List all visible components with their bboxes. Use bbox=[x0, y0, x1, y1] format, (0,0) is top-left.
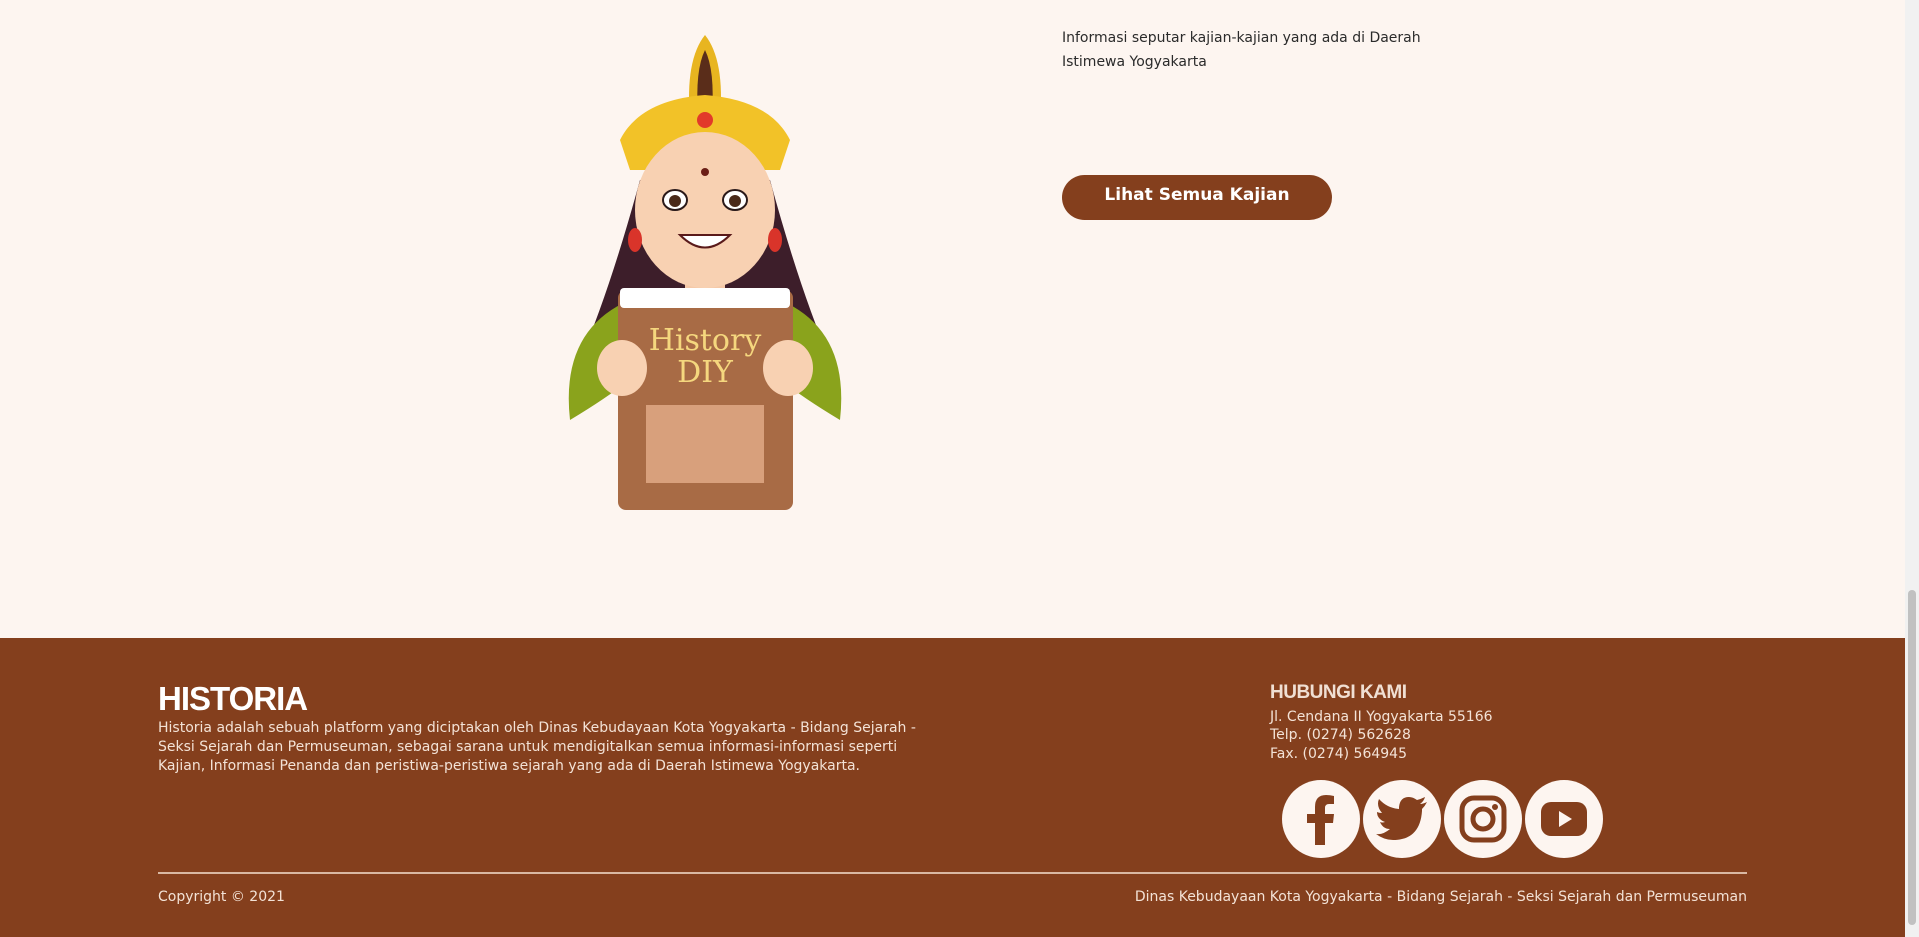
contact-fax: Fax. (0274) 564945 bbox=[1270, 746, 1407, 762]
kajian-section: History DIY Informasi seputar kajian-kaj… bbox=[0, 0, 1905, 638]
social-links bbox=[1282, 780, 1603, 858]
twitter-icon[interactable] bbox=[1363, 780, 1441, 858]
footer-divider bbox=[158, 872, 1747, 874]
footer-credit: Dinas Kebudayaan Kota Yogyakarta - Bidan… bbox=[1134, 889, 1747, 905]
contact-title: HUBUNGI KAMI bbox=[1270, 682, 1407, 703]
facebook-icon[interactable] bbox=[1282, 780, 1360, 858]
history-diy-mascot-illustration: History DIY bbox=[568, 35, 842, 510]
vertical-scrollbar[interactable] bbox=[1905, 0, 1919, 937]
footer-about-text: Historia adalah sebuah platform yang dic… bbox=[158, 720, 916, 774]
footer-brand: HISTORIA bbox=[158, 680, 308, 717]
copyright-text: Copyright © 2021 bbox=[158, 889, 285, 905]
see-all-kajian-button[interactable]: Lihat Semua Kajian bbox=[1062, 175, 1332, 220]
contact-address: Jl. Cendana II Yogyakarta 55166 bbox=[1270, 709, 1493, 725]
book-title-line2: DIY bbox=[677, 355, 734, 390]
contact-phone: Telp. (0274) 562628 bbox=[1270, 727, 1411, 743]
instagram-icon[interactable] bbox=[1444, 780, 1522, 858]
site-footer: HISTORIA Historia adalah sebuah platform… bbox=[0, 638, 1905, 937]
book-title-line1: History bbox=[649, 323, 762, 358]
kajian-description: Informasi seputar kajian-kajian yang ada… bbox=[1062, 30, 1421, 70]
scrollbar-thumb[interactable] bbox=[1908, 590, 1916, 925]
youtube-icon[interactable] bbox=[1525, 780, 1603, 858]
